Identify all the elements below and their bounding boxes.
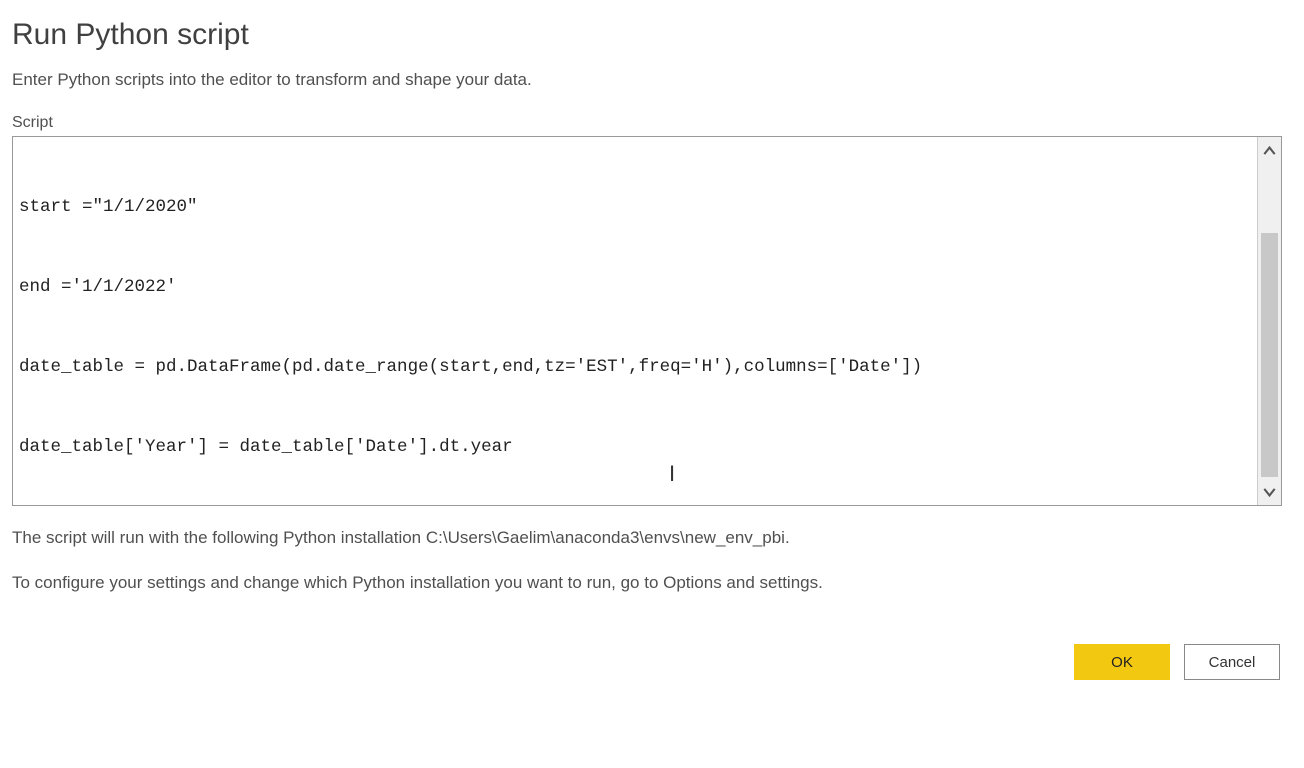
code-line: date_table = pd.DataFrame(pd.date_range(… [19,354,1253,381]
python-install-path-info: The script will run with the following P… [12,524,1292,551]
dialog-title: Run Python script [12,18,1292,52]
vertical-scrollbar[interactable] [1257,137,1281,505]
ok-button[interactable]: OK [1074,644,1170,680]
code-line: end ='1/1/2022' [19,274,1253,301]
scroll-down-icon[interactable] [1258,477,1281,505]
scroll-track[interactable] [1258,165,1281,477]
code-line: date_table['Year'] = date_table['Date'].… [19,434,1253,461]
dialog-subtitle: Enter Python scripts into the editor to … [12,70,1292,90]
cancel-button[interactable]: Cancel [1184,644,1280,680]
script-editor-container: start ="1/1/2020" end ='1/1/2022' date_t… [12,136,1282,506]
configure-settings-info: To configure your settings and change wh… [12,569,1292,596]
dialog-button-row: OK Cancel [12,644,1292,680]
text-cursor-icon: I [669,457,675,490]
script-label: Script [12,114,1292,132]
scroll-up-icon[interactable] [1258,137,1281,165]
script-editor[interactable]: start ="1/1/2020" end ='1/1/2022' date_t… [13,137,1259,505]
code-line: start ="1/1/2020" [19,194,1253,221]
scroll-thumb[interactable] [1261,233,1278,477]
